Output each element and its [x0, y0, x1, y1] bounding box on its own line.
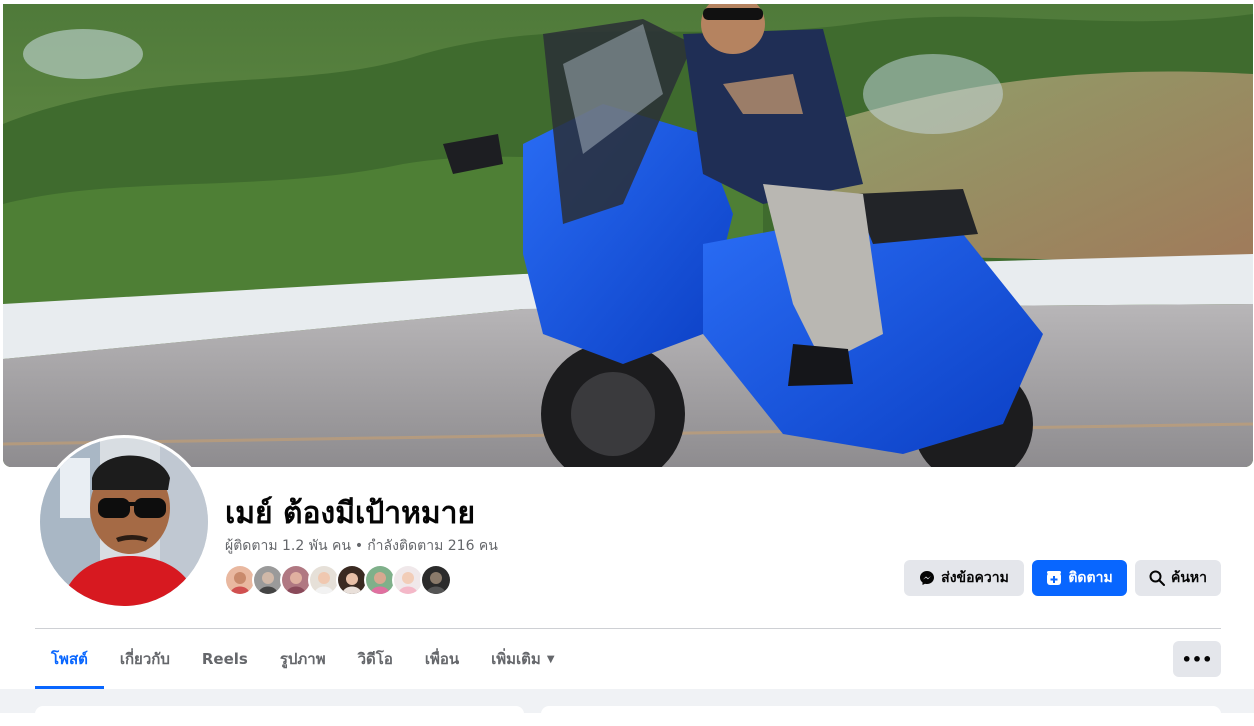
profile-tabs: โพสต์ เกี่ยวกับ Reels รูปภาพ วิดีโอ เพื่…: [35, 629, 571, 689]
friend-avatar[interactable]: [420, 564, 452, 596]
profile-avatar[interactable]: [37, 435, 211, 609]
message-button[interactable]: ส่งข้อความ: [904, 560, 1024, 596]
tab-videos[interactable]: วิดีโอ: [342, 629, 409, 689]
tab-photos-label: รูปภาพ: [279, 650, 326, 668]
more-options-icon: •••: [1181, 649, 1213, 669]
posts-card: [541, 706, 1221, 726]
follow-plus-icon: [1046, 570, 1062, 586]
profile-name: เมย์ ต้องมีเป้าหมาย: [225, 496, 476, 531]
followers-link[interactable]: ผู้ติดตาม 1.2 พัน คน: [225, 538, 351, 554]
tab-more[interactable]: เพิ่มเติม ▼: [475, 629, 570, 689]
search-button-label: ค้นหา: [1170, 570, 1208, 586]
tab-videos-label: วิดีโอ: [357, 650, 393, 668]
tab-more-label: เพิ่มเติม: [491, 650, 541, 668]
profile-stats: ผู้ติดตาม 1.2 พัน คน • กำลังติดตาม 216 คน: [225, 535, 498, 557]
tab-reels[interactable]: Reels: [186, 629, 264, 689]
friend-avatars: [224, 564, 452, 596]
following-link[interactable]: กำลังติดตาม 216 คน: [367, 538, 498, 554]
tab-about[interactable]: เกี่ยวกับ: [104, 629, 186, 689]
tab-reels-label: Reels: [201, 650, 248, 668]
tab-about-label: เกี่ยวกับ: [119, 650, 170, 668]
cover-photo[interactable]: [3, 4, 1253, 467]
search-button[interactable]: ค้นหา: [1135, 560, 1221, 596]
follow-button-label: ติดตาม: [1068, 570, 1113, 586]
stats-separator: •: [354, 538, 364, 554]
tab-posts-label: โพสต์: [51, 650, 88, 668]
intro-card: [35, 706, 524, 726]
tab-friends-label: เพื่อน: [424, 650, 460, 668]
caret-down-icon: ▼: [546, 653, 555, 665]
tab-friends[interactable]: เพื่อน: [409, 629, 475, 689]
follow-button[interactable]: ติดตาม: [1032, 560, 1127, 596]
message-button-label: ส่งข้อความ: [941, 570, 1009, 586]
tab-photos[interactable]: รูปภาพ: [264, 629, 342, 689]
search-icon: [1149, 570, 1165, 586]
more-options-button[interactable]: •••: [1173, 641, 1221, 677]
tab-posts[interactable]: โพสต์: [35, 629, 104, 689]
messenger-icon: [919, 570, 935, 586]
